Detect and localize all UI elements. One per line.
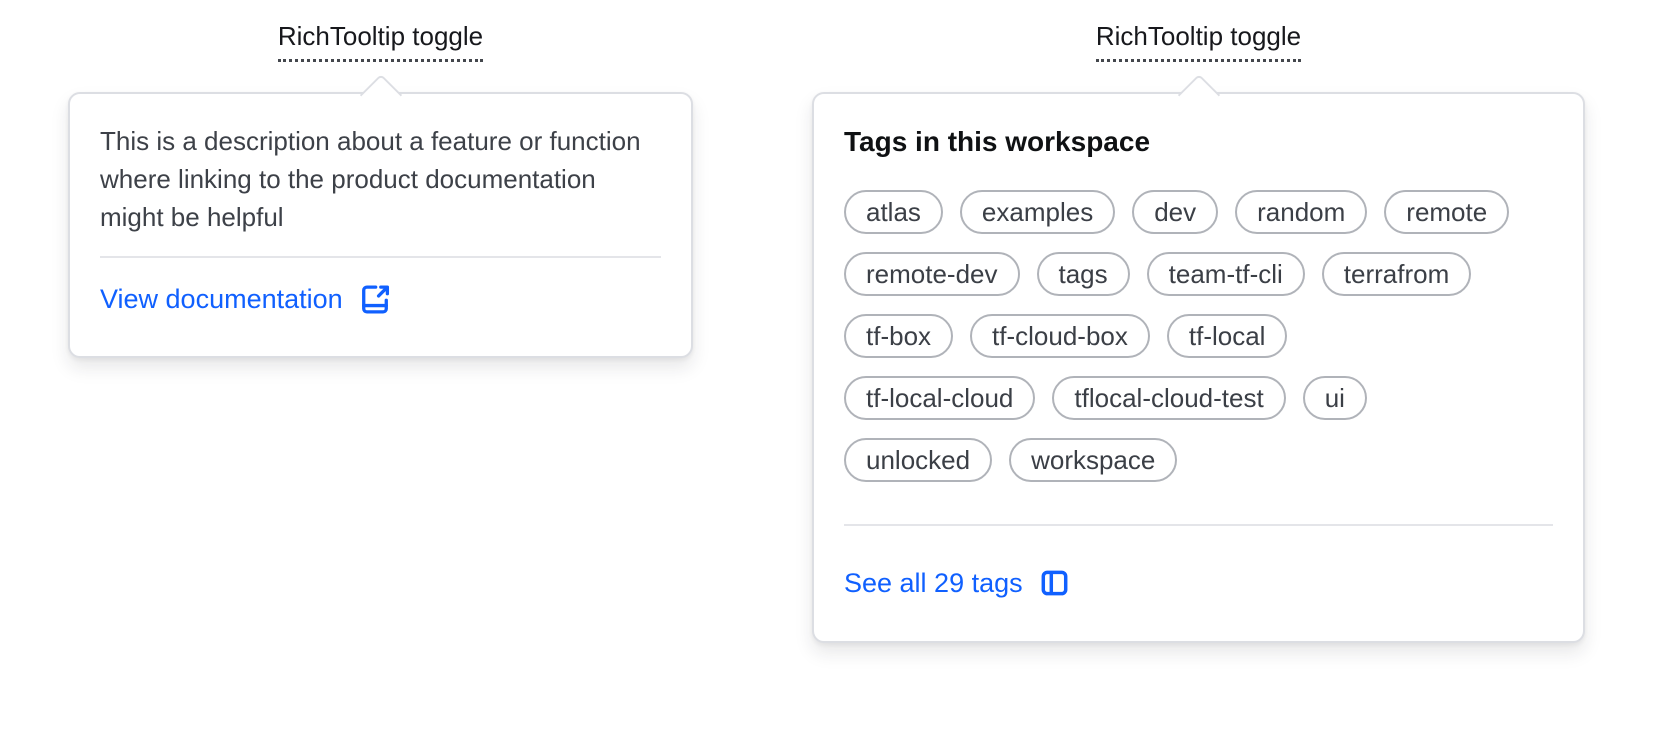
tag-pill: examples — [959, 190, 1116, 234]
tag-pill: ui — [1302, 376, 1367, 420]
see-all-tags-link[interactable]: See all 29 tags — [844, 566, 1553, 600]
documentation-tooltip-card: This is a description about a feature or… — [68, 73, 693, 358]
tooltip-caret-icon — [1177, 73, 1220, 117]
tag-pill: tflocal-cloud-test — [1052, 376, 1286, 420]
tag-row: atlas examples dev random remote — [844, 190, 1553, 234]
tag-pill: terrafrom — [1321, 252, 1472, 296]
tag-pill: tf-box — [844, 314, 954, 358]
sidebar-panel-icon — [1041, 570, 1068, 596]
toggle-row: RichTooltip toggle — [812, 20, 1585, 62]
view-documentation-label: View documentation — [100, 284, 343, 314]
view-documentation-link[interactable]: View documentation — [100, 282, 661, 316]
tag-pill: tf-local — [1166, 314, 1288, 358]
tag-row: unlocked workspace — [844, 438, 1553, 482]
tag-pill: random — [1235, 190, 1368, 234]
see-all-tags-label: See all 29 tags — [844, 568, 1023, 598]
tag-pill: remote-dev — [844, 252, 1020, 296]
workspace-tags-tooltip-card: Tags in this workspace atlas examples dev r… — [812, 73, 1585, 643]
richtooltip-toggle[interactable]: RichTooltip toggle — [1095, 20, 1302, 62]
tag-pill: team-tf-cli — [1146, 252, 1305, 296]
tag-pill: unlocked — [844, 438, 993, 482]
tooltip-caret-icon — [359, 73, 402, 117]
tag-row: tf-box tf-cloud-box tf-local — [844, 314, 1553, 358]
tag-pill: dev — [1132, 190, 1219, 234]
tag-pill: tf-cloud-box — [970, 314, 1150, 358]
divider — [100, 256, 661, 258]
tooltip-description: This is a description about a feature or… — [100, 126, 641, 232]
external-link-icon — [361, 284, 389, 314]
tag-row: tf-local-cloud tflocal-cloud-test ui — [844, 376, 1553, 420]
tag-pill: tags — [1036, 252, 1130, 296]
tags-heading: Tags in this workspace — [844, 126, 1151, 157]
toggle-row: RichTooltip toggle — [68, 20, 693, 62]
richtooltip-toggle[interactable]: RichTooltip toggle — [277, 20, 484, 62]
tag-pill: atlas — [844, 190, 943, 234]
tag-pill: workspace — [1009, 438, 1178, 482]
divider — [844, 524, 1553, 526]
tag-list: atlas examples dev random remote remote-dev ta… — [844, 190, 1553, 482]
tag-pill: remote — [1384, 190, 1510, 234]
tag-row: remote-dev tags team-tf-cli terrafrom — [844, 252, 1553, 296]
tag-pill: tf-local-cloud — [844, 376, 1036, 420]
